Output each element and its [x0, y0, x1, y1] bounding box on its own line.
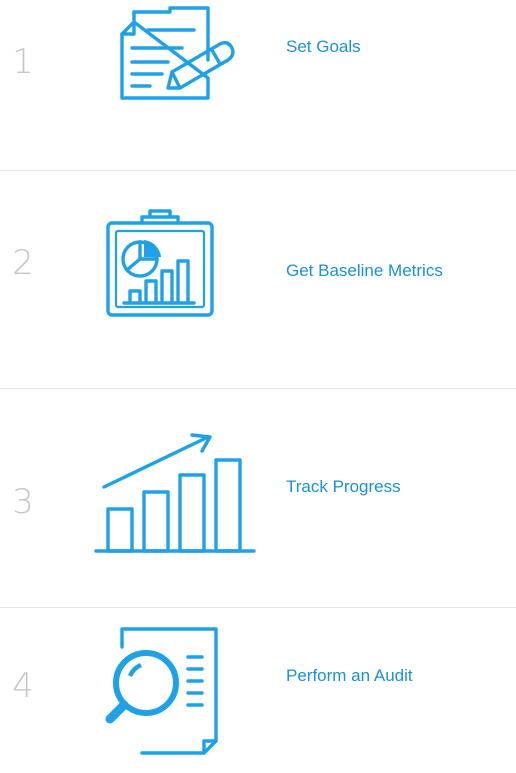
- step-number: 3: [12, 482, 34, 522]
- step-2: 2 Get Baseline Metrics: [0, 171, 516, 388]
- clipboard-chart-icon: [92, 207, 262, 319]
- step-1: 1 Set Goals: [0, 0, 516, 170]
- step-3: 3 Track Progress: [0, 389, 516, 607]
- document-pencil-icon: [92, 4, 262, 106]
- step-4: 4 Perform an Audit: [0, 608, 516, 773]
- step-number: 1: [12, 42, 34, 82]
- magnifier-document-icon: [92, 623, 262, 773]
- step-label: Track Progress: [286, 477, 401, 496]
- step-label: Get Baseline Metrics: [286, 261, 443, 280]
- step-number: 4: [12, 666, 34, 706]
- step-label: Perform an Audit: [286, 666, 413, 685]
- step-number: 2: [12, 243, 34, 283]
- growth-bar-chart-icon: [92, 433, 262, 557]
- step-label: Set Goals: [286, 37, 361, 56]
